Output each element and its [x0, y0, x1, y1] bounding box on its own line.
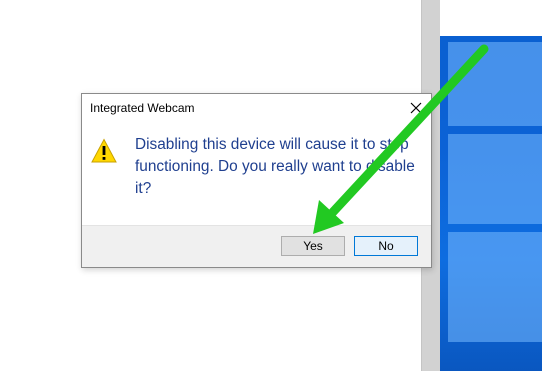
close-icon [410, 102, 422, 114]
dialog-button-bar: Yes No [82, 225, 431, 267]
warning-icon [91, 138, 117, 163]
desktop-logo-pane [448, 134, 542, 224]
close-button[interactable] [405, 97, 427, 119]
no-button[interactable]: No [354, 236, 418, 256]
dialog-title: Integrated Webcam [90, 101, 195, 115]
desktop-logo-pane [448, 42, 542, 126]
confirm-dialog: Integrated Webcam Disabling this device … [81, 93, 432, 268]
dialog-titlebar: Integrated Webcam [82, 94, 431, 122]
dialog-message: Disabling this device will cause it to s… [135, 136, 415, 197]
desktop-logo-pane [448, 232, 542, 342]
desktop-background [440, 0, 542, 371]
desktop-top-white [440, 0, 542, 36]
yes-button[interactable]: Yes [281, 236, 345, 256]
